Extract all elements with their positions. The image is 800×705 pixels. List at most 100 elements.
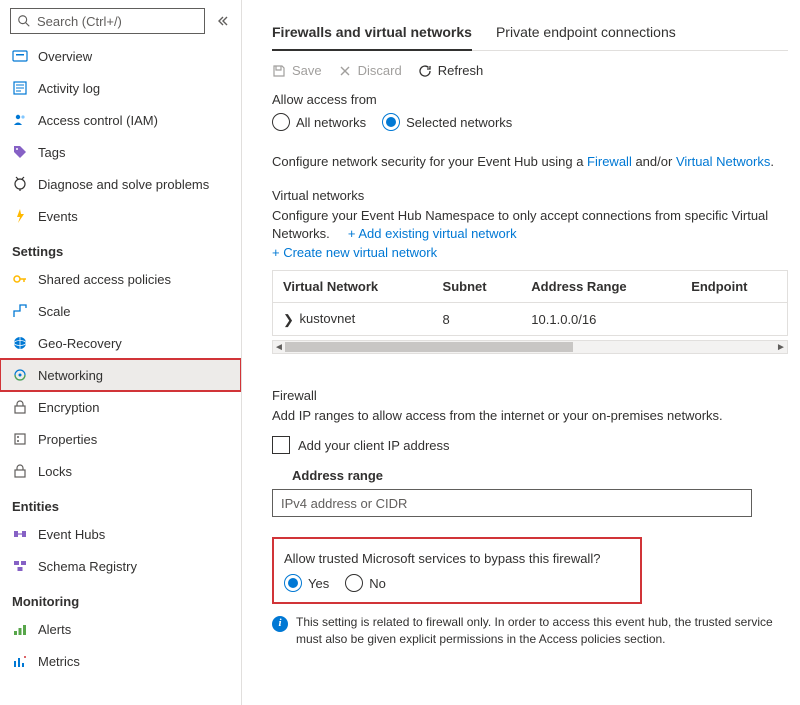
sidebar-item-event-hubs[interactable]: Event Hubs xyxy=(0,518,241,550)
col-vn[interactable]: Virtual Network xyxy=(273,271,433,303)
radio-dot xyxy=(288,578,298,588)
sidebar-item-locks[interactable]: Locks xyxy=(0,455,241,487)
overview-icon xyxy=(12,48,28,64)
col-range[interactable]: Address Range xyxy=(521,271,681,303)
ip-placeholder: IPv4 address or CIDR xyxy=(281,496,407,511)
radio-label: All networks xyxy=(296,115,366,130)
cell-subnet: 8 xyxy=(433,303,522,336)
link-firewall[interactable]: Firewall xyxy=(587,154,632,169)
scroll-left-icon[interactable]: ◄ xyxy=(273,342,285,353)
info-icon: i xyxy=(272,616,288,632)
sidebar-item-label: Schema Registry xyxy=(38,559,137,574)
scroll-right-icon[interactable]: ► xyxy=(775,342,787,353)
radio-label: Yes xyxy=(308,576,329,591)
radio-circle xyxy=(272,113,290,131)
sidebar-item-label: Tags xyxy=(38,145,65,160)
vn-header: Virtual networks xyxy=(272,188,788,203)
sidebar-item-diagnose[interactable]: Diagnose and solve problems xyxy=(0,168,241,200)
globe-icon xyxy=(12,335,28,351)
scroll-thumb[interactable] xyxy=(285,342,573,352)
horizontal-scrollbar[interactable]: ◄ ► xyxy=(272,340,788,354)
radio-label: No xyxy=(369,576,386,591)
properties-icon xyxy=(12,431,28,447)
networking-icon xyxy=(12,367,28,383)
sidebar-item-overview[interactable]: Overview xyxy=(0,40,241,72)
firewall-desc: Add IP ranges to allow access from the i… xyxy=(272,407,788,426)
sidebar-item-metrics[interactable]: Metrics xyxy=(0,645,241,677)
sidebar-item-scale[interactable]: Scale xyxy=(0,295,241,327)
sidebar: Search (Ctrl+/) Overview Activity log Ac… xyxy=(0,0,242,705)
col-subnet[interactable]: Subnet xyxy=(433,271,522,303)
add-client-ip-row: Add your client IP address xyxy=(272,436,788,454)
discard-button[interactable]: Discard xyxy=(338,63,402,78)
sidebar-item-label: Shared access policies xyxy=(38,272,171,287)
lock-icon xyxy=(12,399,28,415)
sidebar-item-alerts[interactable]: Alerts xyxy=(0,613,241,645)
save-button[interactable]: Save xyxy=(272,63,322,78)
collapse-sidebar-button[interactable] xyxy=(211,8,235,34)
allow-access-radios: All networks Selected networks xyxy=(272,113,788,131)
vn-links: + Create new virtual network xyxy=(272,245,788,260)
checkbox-add-client-ip[interactable] xyxy=(272,436,290,454)
col-endpoint[interactable]: Endpoint xyxy=(681,271,787,303)
radio-dot xyxy=(386,117,396,127)
radio-trusted-yes[interactable]: Yes xyxy=(284,574,329,592)
table-row[interactable]: ❯ kustovnet 8 10.1.0.0/16 xyxy=(273,303,787,336)
radio-trusted-no[interactable]: No xyxy=(345,574,386,592)
allow-access-label: Allow access from xyxy=(272,92,788,107)
alerts-icon xyxy=(12,621,28,637)
sidebar-item-geo-recovery[interactable]: Geo-Recovery xyxy=(0,327,241,359)
link-virtual-networks[interactable]: Virtual Networks xyxy=(676,154,770,169)
sidebar-monitoring-header: Monitoring xyxy=(0,582,241,613)
schema-icon xyxy=(12,558,28,574)
hub-icon xyxy=(12,526,28,542)
sidebar-item-iam[interactable]: Access control (IAM) xyxy=(0,104,241,136)
sidebar-item-tags[interactable]: Tags xyxy=(0,136,241,168)
tabs: Firewalls and virtual networks Private e… xyxy=(272,18,788,51)
trusted-services-box: Allow trusted Microsoft services to bypa… xyxy=(272,537,642,604)
sidebar-entities-header: Entities xyxy=(0,487,241,518)
sidebar-item-label: Events xyxy=(38,209,78,224)
trusted-radios: Yes No xyxy=(284,574,630,592)
scale-icon xyxy=(12,303,28,319)
sidebar-item-properties[interactable]: Properties xyxy=(0,423,241,455)
radio-selected-networks[interactable]: Selected networks xyxy=(382,113,512,131)
link-create-new-vn[interactable]: + Create new virtual network xyxy=(272,245,437,260)
tab-private-endpoint[interactable]: Private endpoint connections xyxy=(496,18,676,50)
sidebar-item-shared-access[interactable]: Shared access policies xyxy=(0,263,241,295)
sidebar-item-label: Encryption xyxy=(38,400,99,415)
radio-all-networks[interactable]: All networks xyxy=(272,113,366,131)
desc-text: . xyxy=(770,154,774,169)
chevron-right-icon[interactable]: ❯ xyxy=(283,312,294,328)
desc-text: and/or xyxy=(632,154,676,169)
sidebar-item-label: Metrics xyxy=(38,654,80,669)
toolbar-label: Refresh xyxy=(438,63,484,78)
vn-desc: Configure network security for your Even… xyxy=(272,153,788,172)
chevron-double-left-icon xyxy=(217,15,229,27)
activity-log-icon xyxy=(12,80,28,96)
cell-range: 10.1.0.0/16 xyxy=(521,303,681,336)
link-add-existing-vn[interactable]: + Add existing virtual network xyxy=(348,226,517,241)
search-input[interactable]: Search (Ctrl+/) xyxy=(10,8,205,34)
sidebar-item-encryption[interactable]: Encryption xyxy=(0,391,241,423)
refresh-button[interactable]: Refresh xyxy=(418,63,484,78)
radio-circle xyxy=(345,574,363,592)
save-icon xyxy=(272,64,286,78)
checkbox-label: Add your client IP address xyxy=(298,438,450,453)
tab-firewalls[interactable]: Firewalls and virtual networks xyxy=(272,18,472,50)
sidebar-item-activity-log[interactable]: Activity log xyxy=(0,72,241,104)
sidebar-item-label: Properties xyxy=(38,432,97,447)
locks-icon xyxy=(12,463,28,479)
sidebar-item-events[interactable]: Events xyxy=(0,200,241,232)
sidebar-item-label: Networking xyxy=(38,368,103,383)
sidebar-item-label: Diagnose and solve problems xyxy=(38,177,209,192)
ip-input[interactable]: IPv4 address or CIDR xyxy=(272,489,752,517)
cell-endpoint xyxy=(681,303,787,336)
sidebar-item-schema-registry[interactable]: Schema Registry xyxy=(0,550,241,582)
sidebar-item-networking[interactable]: Networking xyxy=(0,359,241,391)
firewall-header: Firewall xyxy=(272,388,788,403)
info-row: i This setting is related to firewall on… xyxy=(272,614,788,648)
search-icon xyxy=(17,14,31,28)
sidebar-item-label: Geo-Recovery xyxy=(38,336,122,351)
vn-desc2-line: Configure your Event Hub Namespace to on… xyxy=(272,207,788,243)
